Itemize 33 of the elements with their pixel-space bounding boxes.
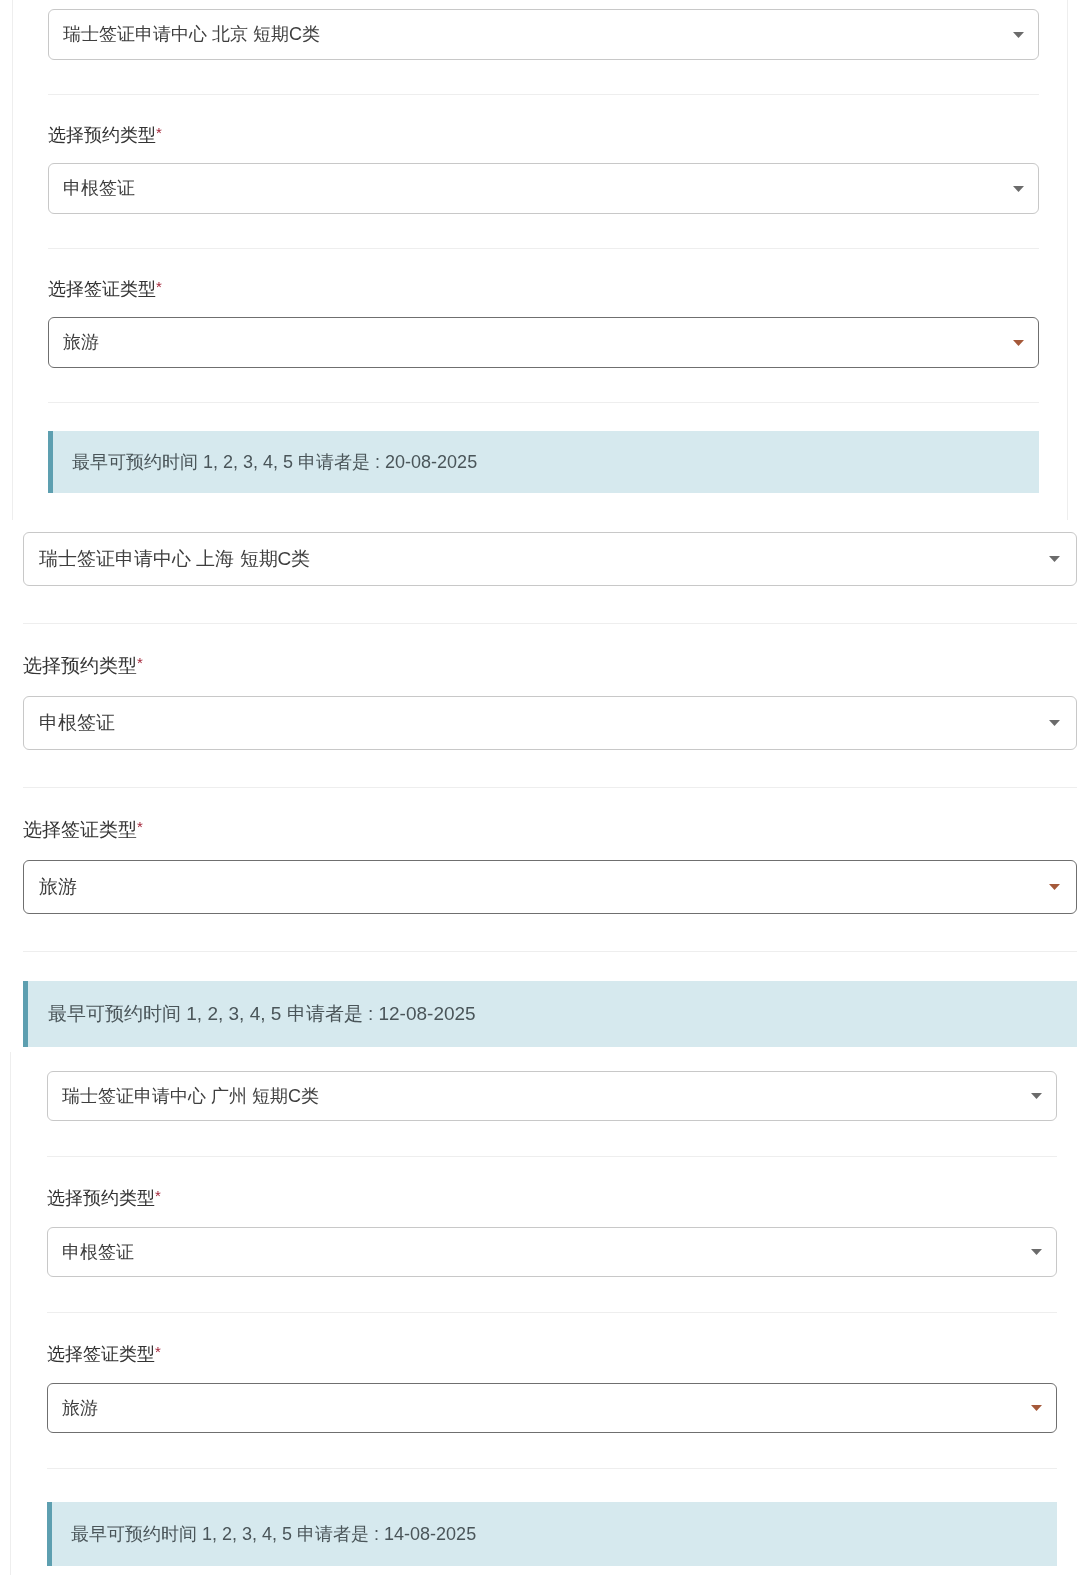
field-label: 选择预约类型 <box>48 124 156 147</box>
field-label: 选择预约类型 <box>47 1187 155 1210</box>
caret-icon <box>1031 1249 1042 1255</box>
availability-notice: 最早可预约时间 1, 2, 3, 4, 5 申请者是 : 12-08-2025 <box>23 981 1077 1047</box>
field-label: 选择签证类型 <box>23 818 137 842</box>
dropdown-select[interactable]: 旅游 <box>23 860 1077 914</box>
dropdown-select[interactable]: 瑞士签证申请中心 北京 短期C类 <box>48 9 1039 60</box>
required-asterisk: * <box>156 123 162 141</box>
required-asterisk: * <box>155 1186 161 1204</box>
required-asterisk: * <box>155 1342 161 1360</box>
dropdown-select[interactable]: 申根签证 <box>47 1227 1057 1277</box>
caret-icon <box>1013 185 1024 192</box>
required-asterisk: * <box>137 817 143 835</box>
caret-icon <box>1013 339 1024 346</box>
caret-icon <box>1013 31 1024 38</box>
caret-icon <box>1031 1405 1042 1411</box>
caret-icon <box>1049 884 1060 890</box>
dropdown-select[interactable]: 旅游 <box>48 317 1039 368</box>
caret-icon <box>1049 720 1060 726</box>
dropdown-select[interactable]: 瑞士签证申请中心 广州 短期C类 <box>47 1071 1057 1121</box>
field-label: 选择预约类型 <box>23 654 137 678</box>
caret-icon <box>1031 1093 1042 1099</box>
dropdown-select[interactable]: 申根签证 <box>48 163 1039 214</box>
required-asterisk: * <box>137 653 143 671</box>
caret-icon <box>1049 556 1060 562</box>
availability-notice: 最早可预约时间 1, 2, 3, 4, 5 申请者是 : 20-08-2025 <box>48 431 1039 493</box>
required-asterisk: * <box>156 277 162 295</box>
field-label: 选择签证类型 <box>47 1343 155 1366</box>
dropdown-select[interactable]: 瑞士签证申请中心 上海 短期C类 <box>23 532 1077 586</box>
dropdown-select[interactable]: 旅游 <box>47 1383 1057 1433</box>
field-label: 选择签证类型 <box>48 278 156 301</box>
dropdown-select[interactable]: 申根签证 <box>23 696 1077 750</box>
availability-notice: 最早可预约时间 1, 2, 3, 4, 5 申请者是 : 14-08-2025 <box>47 1502 1057 1566</box>
